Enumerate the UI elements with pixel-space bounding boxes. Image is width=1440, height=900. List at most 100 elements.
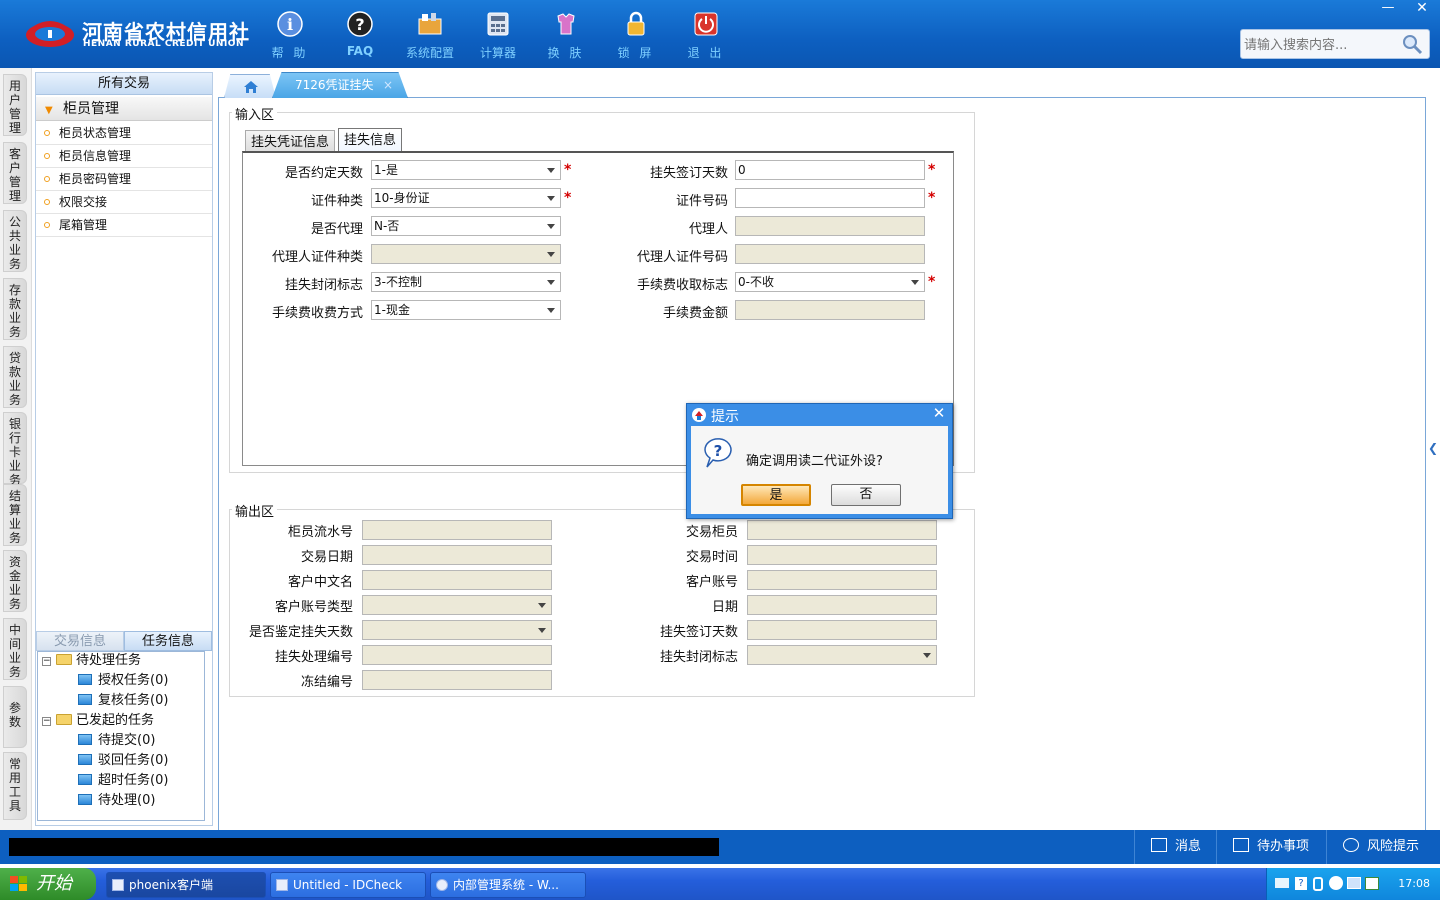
usb-icon[interactable] (1313, 877, 1323, 891)
keyboard-icon[interactable] (1275, 878, 1289, 888)
id-type-label: 证件种类 (310, 194, 363, 209)
signed-days-input[interactable]: 0 (735, 160, 925, 180)
help-tray-icon[interactable]: ? (1295, 877, 1307, 890)
fee-amount-label: 手续费金额 (662, 306, 728, 321)
menu-item-teller-info[interactable]: 柜员信息管理 (36, 145, 212, 168)
svg-text:?: ? (714, 442, 723, 460)
task-phoenix-client[interactable]: phoenix客户端 (106, 872, 266, 898)
teller-serial-label: 柜员流水号 (287, 525, 353, 540)
nav-loan-business[interactable]: 贷款业务 (3, 346, 27, 408)
tree-node-auth-tasks[interactable]: 授权任务(0) (78, 672, 168, 690)
task-internal-system[interactable]: 内部管理系统 - W... (430, 872, 586, 898)
nav-customer-mgmt[interactable]: 客户管理 (3, 142, 27, 204)
menu-item-teller-password[interactable]: 柜员密码管理 (36, 168, 212, 191)
tab-home[interactable] (224, 74, 276, 98)
agreed-days-select[interactable]: 1-是 (371, 160, 561, 180)
skin-label: 换 肤 (547, 46, 585, 60)
collapse-right-icon[interactable]: ❮ (1428, 428, 1438, 468)
nav-intermediate-business[interactable]: 中间业务 (3, 618, 27, 680)
collapse-icon[interactable]: − (42, 657, 51, 666)
minimize-button[interactable]: — (1376, 0, 1400, 18)
menu-item-teller-status[interactable]: 柜员状态管理 (36, 122, 212, 145)
tab-strip: 7126凭证挂失 × (218, 72, 1426, 98)
risk-alert-button[interactable]: 风险提示 (1326, 830, 1440, 864)
lock-screen-button[interactable]: 锁 屏 (606, 8, 666, 60)
lock-screen-label: 锁 屏 (617, 46, 655, 60)
is-agent-select[interactable]: N-否 (371, 216, 561, 236)
settings-icon (416, 10, 444, 38)
window-close-button[interactable]: ✕ (1408, 0, 1436, 18)
nav-card-business[interactable]: 银行卡业务 (3, 412, 27, 487)
menu-item-permission-handover[interactable]: 权限交接 (36, 191, 212, 214)
messages-button[interactable]: 消息 (1134, 830, 1216, 864)
fee-flag-select[interactable]: 0-不收 (735, 272, 925, 292)
todo-button[interactable]: 待办事项 (1216, 830, 1326, 864)
dialog-title: 提示 (711, 409, 739, 425)
system-config-button[interactable]: 系统配置 (400, 8, 460, 60)
id-type-select[interactable]: 10-身份证 (371, 188, 561, 208)
signed-days-label: 挂失签订天数 (649, 166, 728, 181)
nav-public-business[interactable]: 公共业务 (3, 210, 27, 272)
start-button[interactable]: 开始 (0, 868, 96, 900)
tree-node-initiated[interactable]: 已发起的任务 (56, 712, 154, 730)
id-no-label: 证件号码 (675, 194, 728, 209)
teller-serial-field (362, 520, 552, 540)
tab-trade-info[interactable]: 交易信息 (36, 631, 124, 651)
task-idcheck[interactable]: Untitled - IDCheck (270, 872, 426, 898)
exit-button[interactable]: 退 出 (676, 8, 736, 60)
tree-node-label: 待处理(0) (98, 793, 156, 808)
calculator-icon (484, 10, 512, 38)
folder-icon (56, 654, 72, 665)
search-input[interactable] (1244, 35, 1394, 55)
output-area-legend: 输出区 (232, 501, 278, 520)
search-icon[interactable] (1401, 33, 1423, 59)
collapse-icon[interactable]: − (42, 717, 51, 726)
tab-task-info[interactable]: 任务信息 (124, 631, 212, 651)
bullet-icon (44, 176, 50, 182)
nav-settlement-business[interactable]: 结算业务 (3, 484, 27, 546)
question-icon: ? (704, 438, 732, 468)
teller-mgmt-label: 柜员管理 (63, 101, 119, 117)
trade-date-label: 交易日期 (300, 550, 353, 565)
tab-voucher-loss[interactable]: 7126凭证挂失 × (272, 72, 408, 98)
skin-button[interactable]: 换 肤 (536, 8, 596, 60)
agent-id-type-select (371, 244, 561, 264)
tree-node-to-submit[interactable]: 待提交(0) (78, 732, 155, 750)
id-no-input[interactable] (735, 188, 925, 208)
tree-node-to-process[interactable]: 待处理(0) (78, 792, 155, 810)
vpn-icon[interactable] (1365, 877, 1379, 890)
faq-button[interactable]: ? FAQ (330, 8, 390, 60)
nav-common-tools[interactable]: 常用工具 (3, 752, 27, 820)
nav-parameters[interactable]: 参数 (3, 686, 27, 748)
window-icon (276, 879, 288, 891)
no-button[interactable]: 否 (831, 484, 901, 506)
tree-node-pending[interactable]: 待处理任务 (56, 652, 141, 670)
teller-mgmt-group[interactable]: ▼ 柜员管理 (36, 97, 212, 121)
help-button[interactable]: i 帮 助 (260, 8, 320, 60)
date-label: 日期 (711, 600, 738, 615)
app-icon (112, 879, 124, 891)
confirm-dialog: 提示 ✕ ? 确定调用读二代证外设? 是 否 (686, 403, 953, 519)
tree-node-review-tasks[interactable]: 复核任务(0) (78, 692, 168, 710)
tree-node-rejected[interactable]: 驳回任务(0) (78, 752, 168, 770)
tab-voucher-loss-label: 7126凭证挂失 (295, 78, 374, 92)
required-mark: * (564, 162, 572, 178)
out-close-flag-label: 挂失封闭标志 (659, 650, 738, 665)
calculator-button[interactable]: 计算器 (468, 8, 528, 60)
close-flag-select[interactable]: 3-不控制 (371, 272, 561, 292)
expand-tray-icon[interactable] (1329, 876, 1343, 890)
tree-node-timeout[interactable]: 超时任务(0) (78, 772, 168, 790)
yes-button[interactable]: 是 (741, 484, 811, 506)
nav-fund-business[interactable]: 资金业务 (3, 550, 27, 612)
menu-item-tail-box[interactable]: 尾箱管理 (36, 214, 212, 237)
nav-deposit-business[interactable]: 存款业务 (3, 278, 27, 340)
side-panel: 所有交易 ▼ 柜员管理 柜员状态管理 柜员信息管理 柜员密码管理 权限交接 尾箱… (35, 72, 213, 826)
dialog-close-button[interactable]: ✕ (931, 405, 947, 421)
tree-node-label: 已发起的任务 (76, 713, 155, 728)
fee-method-select[interactable]: 1-现金 (371, 300, 561, 320)
nav-user-mgmt[interactable]: 用户管理 (3, 74, 27, 136)
trade-date-field (362, 545, 552, 565)
tab-close-icon[interactable]: × (383, 73, 393, 97)
trade-teller-label: 交易柜员 (685, 525, 738, 540)
network-icon[interactable] (1347, 877, 1361, 889)
